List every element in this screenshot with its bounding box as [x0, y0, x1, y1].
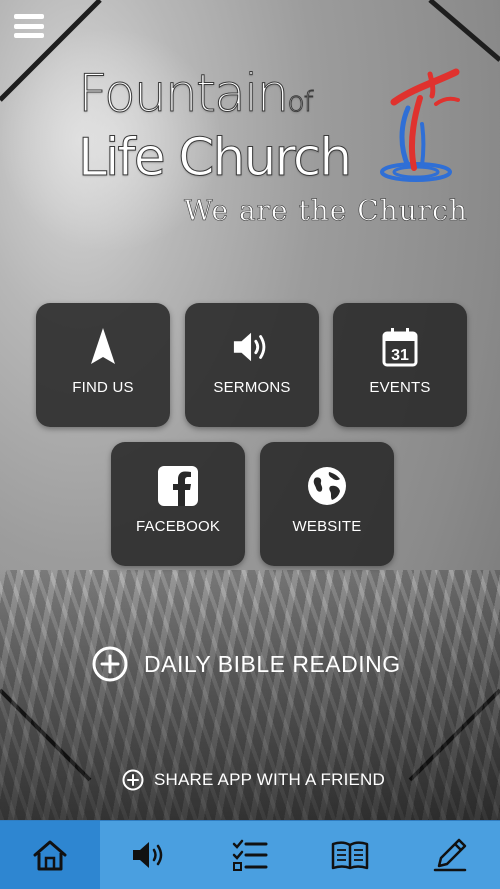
facebook-label: FACEBOOK	[135, 518, 221, 535]
find-us-label: FIND US	[72, 379, 134, 396]
speaker-icon	[232, 327, 272, 367]
logo-title-line2: Life Church	[77, 128, 352, 188]
sermons-label: SERMONS	[213, 379, 291, 396]
events-button[interactable]: 31 EVENTS	[333, 303, 467, 427]
find-us-button[interactable]: FIND US	[36, 303, 170, 427]
navigation-arrow-icon	[83, 327, 123, 367]
globe-icon	[307, 466, 347, 506]
book-icon	[331, 841, 369, 870]
daily-bible-reading-button[interactable]: DAILY BIBLE READING	[92, 645, 401, 683]
calendar-icon: 31	[380, 327, 420, 367]
logo-tagline: We are the Church	[184, 194, 468, 228]
daily-bible-reading-label: DAILY BIBLE READING	[144, 650, 401, 677]
logo-title-line1: Fountainof	[77, 64, 313, 124]
tab-notes[interactable]	[400, 821, 500, 889]
share-app-label: SHARE APP WITH A FRIEND	[154, 770, 386, 789]
facebook-button[interactable]: FACEBOOK	[111, 442, 245, 566]
svg-text:31: 31	[391, 347, 409, 364]
cross-fountain-icon	[380, 68, 460, 182]
church-logo: Fountainof Life Church We are the Church	[77, 64, 468, 236]
home-icon	[33, 840, 67, 871]
checklist-icon	[232, 839, 268, 871]
pencil-icon	[433, 838, 467, 872]
events-label: EVENTS	[369, 379, 431, 396]
hamburger-menu-icon[interactable]	[14, 14, 44, 38]
tab-sermons[interactable]	[100, 821, 200, 889]
tab-bible[interactable]	[300, 821, 400, 889]
plus-circle-icon	[92, 646, 128, 682]
plus-circle-icon	[122, 769, 144, 791]
sermons-button[interactable]: SERMONS	[185, 303, 319, 427]
tab-checklist[interactable]	[200, 821, 300, 889]
speaker-icon	[133, 842, 163, 868]
bottom-tab-bar	[0, 820, 500, 889]
tab-home[interactable]	[0, 821, 100, 889]
website-button[interactable]: WEBSITE	[260, 442, 394, 566]
website-label: WEBSITE	[292, 518, 362, 535]
facebook-icon	[158, 466, 198, 506]
share-app-button[interactable]: SHARE APP WITH A FRIEND	[122, 768, 385, 792]
